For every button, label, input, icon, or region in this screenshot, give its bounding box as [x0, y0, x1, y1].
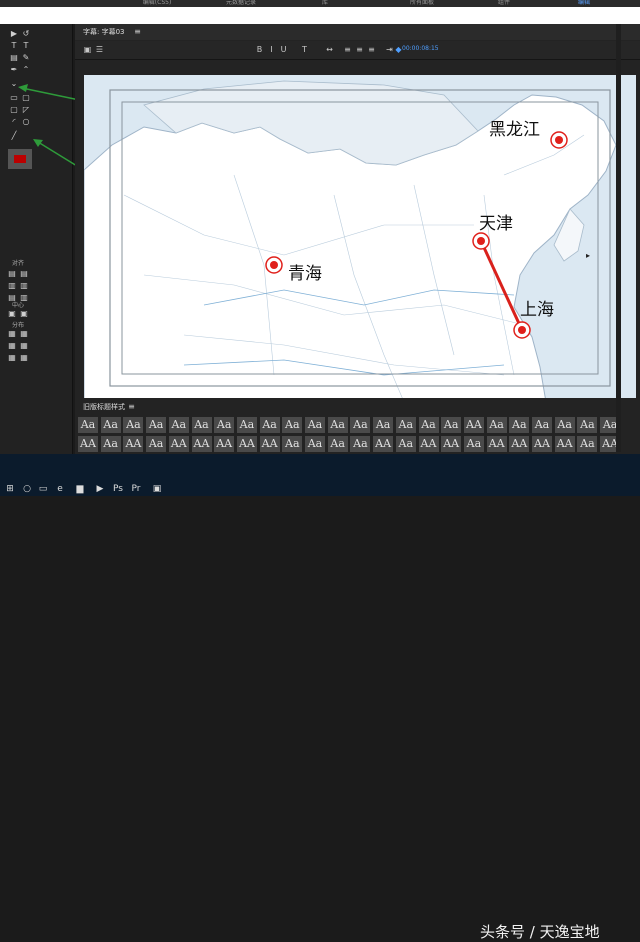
- ps-icon[interactable]: Ps: [113, 484, 123, 494]
- annotation-arrow-2-head: [33, 139, 43, 147]
- style-swatch[interactable]: Aa: [214, 417, 235, 433]
- edge-icon[interactable]: e: [55, 484, 65, 494]
- style-swatch[interactable]: AA: [123, 436, 144, 452]
- windows-taskbar: 头条号 / 天逸宝地 ⊞ ○ ▭ e ▆ ▶ Ps Pr ▣: [0, 454, 640, 941]
- kerning-icon[interactable]: ↔: [325, 45, 334, 54]
- premiere-icon[interactable]: Pr: [131, 484, 141, 494]
- style-swatch[interactable]: AA: [509, 436, 530, 452]
- search-icon[interactable]: ○: [22, 484, 32, 494]
- align-text-center-icon[interactable]: ≡: [355, 45, 364, 54]
- italic-icon[interactable]: I: [267, 45, 276, 54]
- bold-icon[interactable]: B: [255, 45, 264, 54]
- style-swatch[interactable]: Aa: [509, 417, 530, 433]
- explorer-icon[interactable]: ▆: [75, 484, 85, 494]
- align-text-left-icon[interactable]: ≡: [343, 45, 352, 54]
- style-swatch[interactable]: AA: [78, 436, 98, 452]
- new-title-icon[interactable]: ▣: [83, 45, 92, 54]
- city-label-tianjin: 天津: [479, 214, 513, 234]
- map-canvas[interactable]: 黑龙江 天津 青海 上海 ▸: [84, 75, 636, 402]
- city-label-heilongjiang: 黑龙江: [489, 120, 540, 140]
- title-styles-panel: 旧版标题样式 ≡ Aa Aa Aa Aa Aa Aa Aa Aa Aa Aa Aa Aa Aa Aa Aa A…: [75, 398, 640, 454]
- style-swatch[interactable]: AA: [532, 436, 552, 452]
- style-swatch[interactable]: AA: [554, 436, 575, 452]
- annotation-arrow-1-head: [18, 84, 28, 92]
- style-swatch[interactable]: AA: [191, 436, 212, 452]
- styles-panel-title: 旧版标题样式: [83, 403, 125, 411]
- style-swatch[interactable]: Aa: [327, 436, 348, 452]
- mouse-cursor-icon: ▸: [585, 251, 590, 260]
- marker-qinghai: [265, 256, 283, 274]
- style-swatch[interactable]: Aa: [418, 417, 439, 433]
- roll-crawl-icon[interactable]: ☰: [95, 45, 104, 54]
- style-swatch[interactable]: Aa: [395, 417, 416, 433]
- style-swatch[interactable]: AA: [463, 417, 484, 433]
- editor-tab-row: 字幕: 字幕03 ≡: [75, 24, 640, 40]
- timecode[interactable]: 00:00:08:15: [402, 45, 439, 52]
- style-swatch[interactable]: Aa: [282, 417, 303, 433]
- style-swatch[interactable]: AA: [441, 436, 462, 452]
- style-swatch[interactable]: Aa: [78, 417, 98, 433]
- underline-icon[interactable]: U: [279, 45, 288, 54]
- style-swatch[interactable]: Aa: [327, 417, 348, 433]
- windows-icon[interactable]: ⊞: [5, 484, 15, 494]
- city-label-qinghai: 青海: [288, 264, 322, 284]
- style-swatch[interactable]: Aa: [463, 436, 484, 452]
- style-swatch[interactable]: Aa: [350, 436, 371, 452]
- style-swatch[interactable]: Aa: [305, 436, 325, 452]
- style-swatch[interactable]: Aa: [259, 417, 280, 433]
- style-swatch[interactable]: Aa: [577, 417, 598, 433]
- style-swatch[interactable]: AA: [214, 436, 235, 452]
- marker-shanghai: [513, 321, 531, 339]
- image-icon[interactable]: ▣: [152, 484, 162, 494]
- style-swatch[interactable]: Aa: [577, 436, 598, 452]
- style-swatch[interactable]: Aa: [123, 417, 144, 433]
- style-swatch[interactable]: Aa: [350, 417, 371, 433]
- marker-tianjin: [472, 232, 490, 250]
- title-editor-panel: 字幕: 字幕03 ≡ ▣ ☰ B I U T ↔ ≡ ≡ ≡ ⇥ ◆ 00:00…: [75, 24, 640, 454]
- style-swatch[interactable]: Aa: [191, 417, 212, 433]
- style-swatch[interactable]: Aa: [373, 417, 394, 433]
- tab-stops-icon[interactable]: ⇥: [385, 45, 394, 54]
- style-swatch[interactable]: Aa: [486, 417, 507, 433]
- style-swatch[interactable]: Aa: [146, 436, 167, 452]
- style-swatch[interactable]: Aa: [305, 417, 325, 433]
- style-swatch[interactable]: AA: [486, 436, 507, 452]
- style-swatch[interactable]: Aa: [146, 417, 167, 433]
- style-swatch[interactable]: AA: [168, 436, 189, 452]
- china-map: [84, 75, 636, 402]
- marker-heilongjiang: [550, 131, 568, 149]
- style-swatch[interactable]: Aa: [395, 436, 416, 452]
- task-view-icon[interactable]: ▭: [38, 484, 48, 494]
- styles-grid: Aa Aa Aa Aa Aa Aa Aa Aa Aa Aa Aa Aa Aa Aa Aa Aa Aa AA Aa Aa…: [78, 417, 623, 453]
- city-label-shanghai: 上海: [520, 300, 554, 320]
- style-swatch[interactable]: Aa: [236, 417, 257, 433]
- style-swatch[interactable]: Aa: [441, 417, 462, 433]
- style-swatch[interactable]: Aa: [168, 417, 189, 433]
- media-icon[interactable]: ▶: [95, 484, 105, 494]
- style-swatch[interactable]: AA: [236, 436, 257, 452]
- style-swatch[interactable]: Aa: [554, 417, 575, 433]
- style-swatch[interactable]: AA: [373, 436, 394, 452]
- panel-menu-icon[interactable]: ≡: [133, 27, 142, 36]
- style-swatch[interactable]: AA: [259, 436, 280, 452]
- watermark: 头条号 / 天逸宝地: [480, 923, 600, 941]
- style-swatch[interactable]: Aa: [282, 436, 303, 452]
- font-size-icon[interactable]: T: [300, 45, 309, 54]
- style-swatch[interactable]: Aa: [100, 417, 121, 433]
- vertical-scrollbar[interactable]: [616, 24, 621, 452]
- title-toolbar: ▣ ☰ B I U T ↔ ≡ ≡ ≡ ⇥ ◆ 00:00:08:15: [75, 41, 640, 60]
- align-text-right-icon[interactable]: ≡: [367, 45, 376, 54]
- styles-menu-icon[interactable]: ≡: [127, 402, 136, 411]
- style-swatch[interactable]: AA: [418, 436, 439, 452]
- style-swatch[interactable]: Aa: [100, 436, 121, 452]
- editor-tab-title[interactable]: 字幕: 字幕03: [83, 27, 125, 37]
- style-swatch[interactable]: Aa: [532, 417, 552, 433]
